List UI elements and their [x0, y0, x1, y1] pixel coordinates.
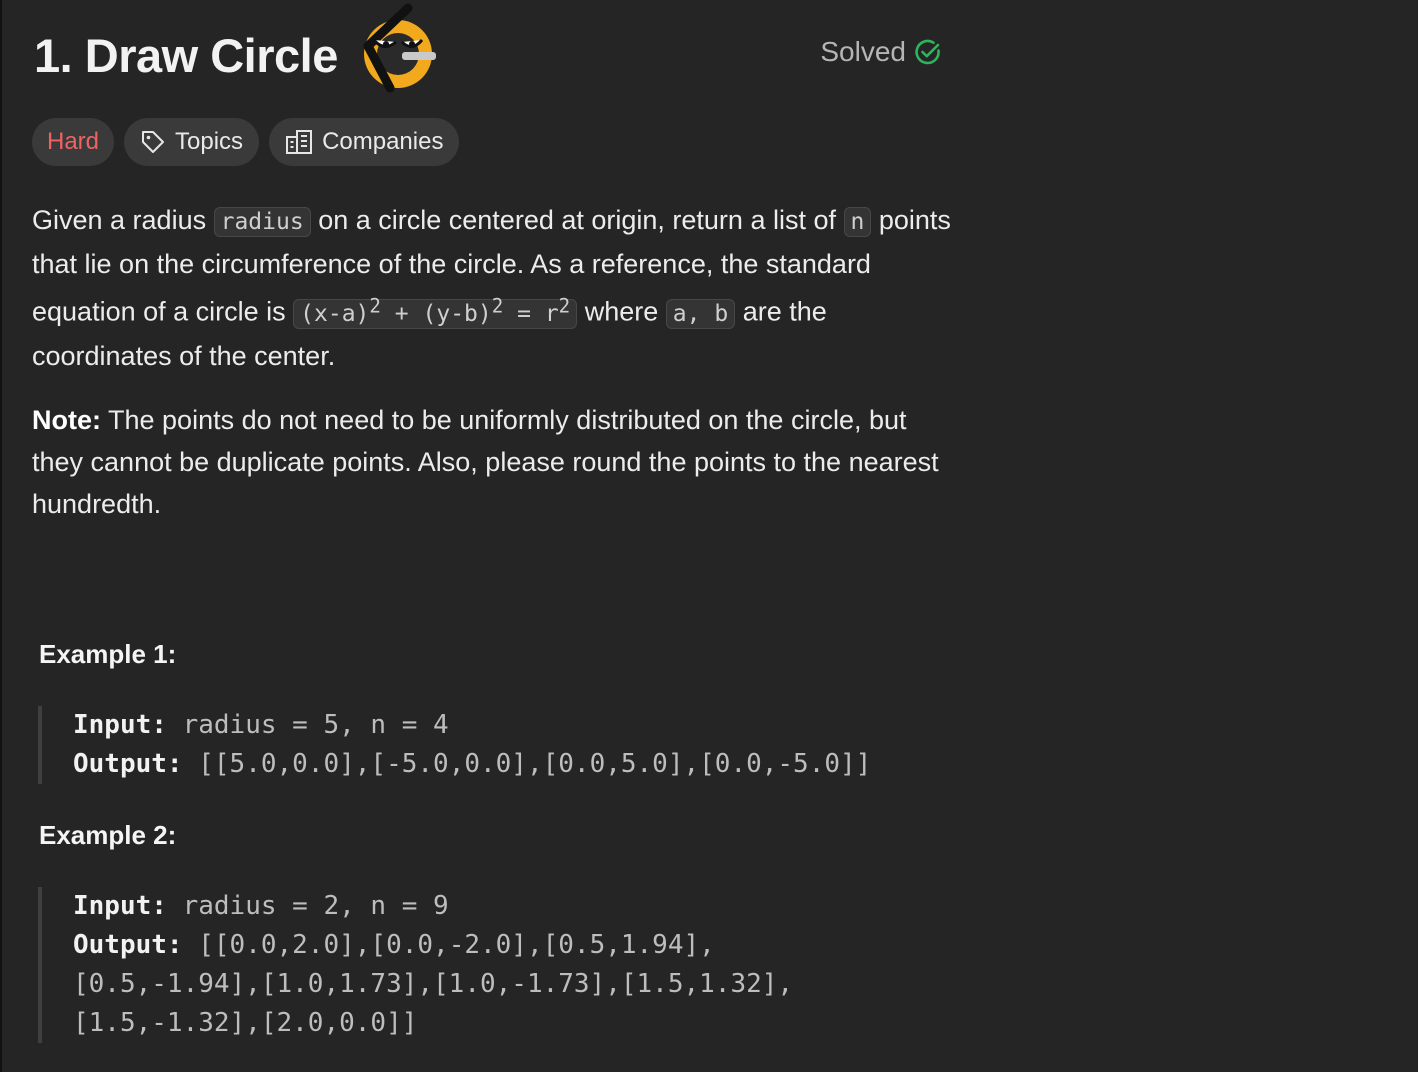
solved-status: Solved — [820, 36, 942, 68]
description-text: on a circle centered at origin, return a… — [318, 205, 836, 235]
example-2-heading: Example 2: — [39, 820, 177, 850]
topics-button[interactable]: Topics — [124, 118, 260, 166]
equation-part: = r — [503, 300, 559, 327]
example-1-block: Input: radius = 5, n = 4 Output: [[5.0,0… — [38, 706, 871, 784]
inline-code-center: a, b — [665, 298, 736, 329]
companies-button[interactable]: Companies — [269, 118, 460, 166]
difficulty-badge[interactable]: Hard — [32, 118, 115, 166]
example-1-input: radius = 5, n = 4 — [182, 710, 449, 740]
example-2-input: radius = 2, n = 9 — [182, 891, 449, 921]
check-circle-icon — [915, 39, 940, 65]
example-1-output: [[5.0,0.0],[-5.0,0.0],[0.0,5.0],[0.0,-5.… — [198, 749, 872, 779]
solved-label: Solved — [820, 36, 906, 67]
building-icon — [286, 130, 313, 154]
output-label: Output: — [73, 749, 183, 779]
example-1-heading: Example 1: — [39, 639, 177, 669]
input-label: Input: — [73, 891, 167, 921]
mascot-icon — [363, 3, 436, 93]
problem-title: 1. Draw Circle — [34, 29, 338, 82]
problem-header: 1. Draw Circle Solved — [34, 3, 942, 93]
tag-icon — [142, 131, 165, 153]
note-text: The points do not need to be uniformly d… — [32, 405, 939, 519]
inline-code-n: n — [843, 207, 872, 237]
problem-note: Note: The points do not need to be unifo… — [32, 399, 952, 525]
panel-left-border — [0, 0, 2, 1072]
example-2-block: Input: radius = 2, n = 9 Output: [[0.0,2… — [38, 887, 793, 1043]
note-label: Note: — [32, 405, 101, 435]
equation-exponent: 2 — [491, 294, 504, 317]
inline-code-equation: (x-a)2 + (y-b)2 = r2 — [293, 294, 578, 329]
description-text: Given a radius — [32, 205, 207, 235]
equation-exponent: 2 — [558, 294, 571, 317]
inline-code-radius: radius — [213, 207, 311, 237]
tag-bar: Hard Topics Companies — [32, 118, 460, 166]
equation-part: (x-a) — [300, 300, 370, 327]
output-label: Output: — [73, 930, 183, 960]
equation-exponent: 2 — [369, 294, 381, 317]
topics-label: Topics — [175, 128, 244, 155]
input-label: Input: — [73, 710, 167, 740]
equation-part: + (y-b) — [380, 300, 492, 327]
description-text: where — [584, 296, 659, 327]
problem-description: Given a radius radius on a circle center… — [32, 199, 952, 377]
companies-label: Companies — [322, 128, 444, 155]
difficulty-label: Hard — [47, 128, 100, 155]
